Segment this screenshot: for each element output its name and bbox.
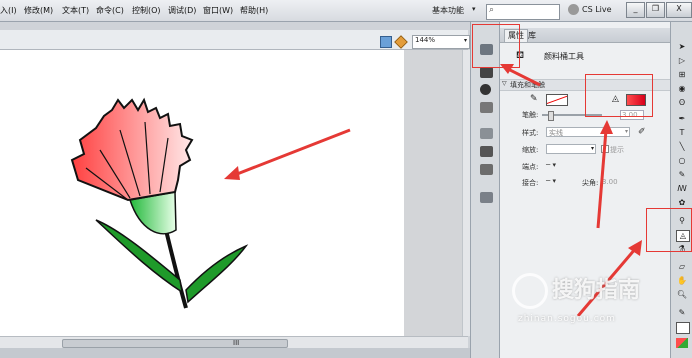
sogou-logo — [512, 273, 548, 309]
watermark-url: zhinan.sogou.com — [518, 314, 616, 324]
annotation-arrows — [500, 64, 642, 317]
watermark-text: 搜狗指南 — [552, 278, 641, 303]
